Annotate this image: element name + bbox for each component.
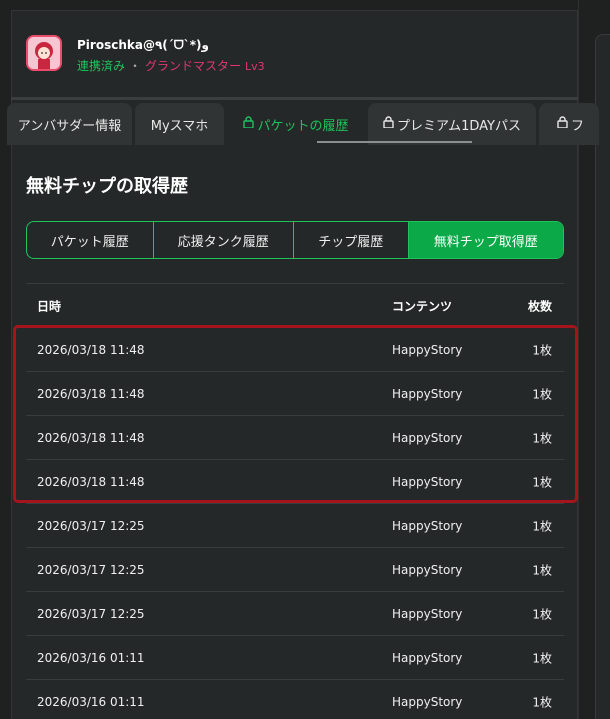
tab-packet-history[interactable]: パケットの履歴 xyxy=(227,103,365,145)
avatar-image xyxy=(28,37,60,69)
table-row: 2026/03/18 11:48 HappyStory 1枚 xyxy=(26,416,564,460)
lock-icon xyxy=(243,116,255,132)
table-row: 2026/03/16 01:11 HappyStory 1枚 xyxy=(26,680,564,719)
segment-packet-history[interactable]: パケット履歴 xyxy=(27,222,154,258)
row-count: 1枚 xyxy=(532,563,552,577)
username: Piroschka@٩(ˊᗜˋ*)و xyxy=(77,38,209,52)
row-date: 2026/03/18 11:48 xyxy=(37,430,145,445)
row-content: HappyStory xyxy=(392,606,463,621)
tab-ambassador-info[interactable]: アンバサダー情報 xyxy=(7,103,132,145)
avatar[interactable] xyxy=(26,35,62,71)
table-row: 2026/03/18 11:48 HappyStory 1枚 xyxy=(26,460,564,504)
row-date: 2026/03/17 12:25 xyxy=(37,562,145,577)
segment-label: パケット履歴 xyxy=(50,234,129,250)
row-content: HappyStory xyxy=(392,386,463,401)
row-count: 1枚 xyxy=(532,519,552,533)
segment-label: 応援タンク履歴 xyxy=(177,234,269,250)
row-date: 2026/03/18 11:48 xyxy=(37,342,145,357)
table-row: 2026/03/17 12:25 HappyStory 1枚 xyxy=(26,504,564,548)
tab-label: Myスマホ xyxy=(150,118,209,134)
linked-status: 連携済み xyxy=(77,59,126,73)
row-count: 1枚 xyxy=(532,475,552,489)
status-separator: ・ xyxy=(129,59,142,73)
history-type-selector: パケット履歴 応援タンク履歴 チップ履歴 無料チップ取得歴 xyxy=(26,221,564,259)
tab-label: パケットの履歴 xyxy=(257,118,349,134)
account-status: 連携済み・グランドマスター Lv3 xyxy=(77,57,265,74)
row-date: 2026/03/18 11:48 xyxy=(37,386,145,401)
tab-label: プレミアム1DAYパス xyxy=(397,118,521,134)
tab-my-smartphone[interactable]: Myスマホ xyxy=(135,103,224,145)
header-date: 日時 xyxy=(37,299,62,313)
row-date: 2026/03/17 12:25 xyxy=(37,518,145,533)
row-content: HappyStory xyxy=(392,474,463,489)
row-count: 1枚 xyxy=(532,651,552,665)
tab-bar: アンバサダー情報 Myスマホ パケットの履歴 プレミアム1DAYパス フ xyxy=(7,97,599,145)
row-content: HappyStory xyxy=(392,430,463,445)
row-count: 1枚 xyxy=(532,343,552,357)
tab-more[interactable]: フ xyxy=(539,103,599,145)
row-count: 1枚 xyxy=(532,607,552,621)
row-count: 1枚 xyxy=(532,431,552,445)
row-date: 2026/03/18 11:48 xyxy=(37,474,145,489)
level-label: Lv3 xyxy=(245,60,265,73)
segment-label: チップ履歴 xyxy=(318,234,384,250)
segment-chip-history[interactable]: チップ履歴 xyxy=(294,222,409,258)
header-count: 枚数 xyxy=(527,299,552,313)
table-row: 2026/03/17 12:25 HappyStory 1枚 xyxy=(26,548,564,592)
table-row: 2026/03/18 11:48 HappyStory 1枚 xyxy=(26,328,564,372)
row-count: 1枚 xyxy=(532,695,552,709)
section-title: 無料チップの取得歴 xyxy=(26,176,188,197)
row-count: 1枚 xyxy=(532,387,552,401)
table-row: 2026/03/17 12:25 HappyStory 1枚 xyxy=(26,592,564,636)
row-content: HappyStory xyxy=(392,518,463,533)
free-chip-history-table: 日時 コンテンツ 枚数 2026/03/18 11:48 HappyStory … xyxy=(26,283,564,719)
tab-scroll-indicator xyxy=(317,141,472,143)
table-header: 日時 コンテンツ 枚数 xyxy=(26,283,564,328)
tab-label: アンバサダー情報 xyxy=(17,118,122,134)
row-content: HappyStory xyxy=(392,562,463,577)
row-date: 2026/03/16 01:11 xyxy=(37,694,145,709)
row-content: HappyStory xyxy=(392,694,463,709)
lock-icon xyxy=(383,116,394,132)
row-date: 2026/03/17 12:25 xyxy=(37,606,145,621)
segment-label: 無料チップ取得歴 xyxy=(433,234,538,250)
segment-free-chip-history[interactable]: 無料チップ取得歴 xyxy=(408,222,563,258)
lock-icon xyxy=(557,116,568,132)
rank-label: グランドマスター xyxy=(145,59,242,73)
tab-premium-1day-pass[interactable]: プレミアム1DAYパス xyxy=(368,103,536,145)
tab-label: フ xyxy=(571,118,585,134)
row-date: 2026/03/16 01:11 xyxy=(37,650,145,665)
row-content: HappyStory xyxy=(392,650,463,665)
row-content: HappyStory xyxy=(392,342,463,357)
segment-support-tank-history[interactable]: 応援タンク履歴 xyxy=(154,222,295,258)
table-row: 2026/03/18 11:48 HappyStory 1枚 xyxy=(26,372,564,416)
app-frame: Piroschka@٩(ˊᗜˋ*)و 連携済み・グランドマスター Lv3 アンバサ… xyxy=(0,0,610,719)
table-row: 2026/03/16 01:11 HappyStory 1枚 xyxy=(26,636,564,680)
header-content: コンテンツ xyxy=(392,299,453,313)
